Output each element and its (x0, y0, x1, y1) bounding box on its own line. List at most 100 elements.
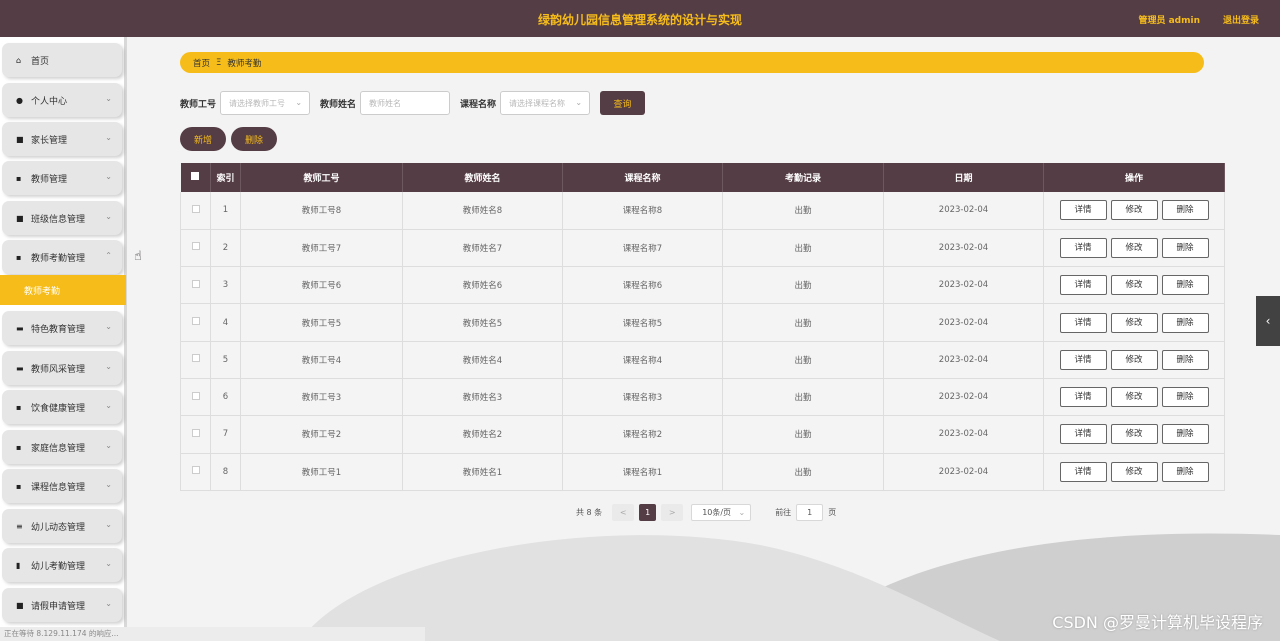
table-row[interactable]: 5 教师工号4 教师姓名4 课程名称4 出勤 2023-02-04 详情 修改 删除 (180, 341, 1225, 379)
edit-button[interactable]: 修改 (1110, 275, 1158, 296)
course-select[interactable]: 请选择课程名称 ⌄ (500, 91, 591, 115)
delete-button[interactable]: 删除 (1161, 349, 1209, 370)
breadcrumb: 首页 Ξ 教师考勤 (180, 52, 1204, 73)
detail-button[interactable]: 详情 (1059, 424, 1107, 445)
chevron-down-icon: ⌄ (105, 441, 112, 450)
table-row[interactable]: 1 教师工号8 教师姓名8 课程名称8 出勤 2023-02-04 详情 修改 删除 (180, 192, 1225, 230)
table-row[interactable]: 7 教师工号2 教师姓名2 课程名称2 出勤 2023-02-04 详情 修改 删除 (180, 415, 1225, 454)
add-button[interactable]: 新增 (180, 127, 226, 151)
delete-button[interactable]: 删除 (1161, 387, 1209, 408)
row-checkbox[interactable] (180, 229, 211, 268)
row-checkbox[interactable] (180, 341, 211, 379)
edit-button[interactable]: 修改 (1110, 424, 1158, 445)
sidebar-item-5[interactable]: ▪ 教师考勤管理 ⌃ (2, 240, 122, 274)
cell-attendance: 出勤 (722, 192, 884, 230)
detail-button[interactable]: 详情 (1059, 312, 1107, 333)
goto-label: 前往 (775, 508, 792, 517)
row-checkbox[interactable] (180, 378, 211, 417)
detail-button[interactable]: 详情 (1059, 349, 1107, 370)
detail-button[interactable]: 详情 (1059, 387, 1107, 408)
sidebar-item-2[interactable]: ■ 家长管理 ⌄ (2, 122, 122, 156)
page-number-current[interactable]: 1 (639, 504, 657, 521)
sidebar-item-8[interactable]: ▪ 饮食健康管理 ⌄ (2, 390, 122, 424)
teacher-id-label: 教师工号 (180, 99, 217, 110)
sidebar-item-10[interactable]: ▪ 课程信息管理 ⌄ (2, 469, 122, 503)
cell-teacher-id: 教师工号5 (240, 303, 403, 342)
collapse-panel-tab[interactable]: ‹ (1256, 296, 1280, 346)
delete-button[interactable]: 删除 (1161, 200, 1209, 221)
edit-button[interactable]: 修改 (1110, 349, 1158, 370)
sidebar-item-9[interactable]: ▪ 家庭信息管理 ⌄ (2, 430, 122, 464)
cell-course: 课程名称7 (562, 229, 723, 268)
page-suffix-label: 页 (828, 508, 837, 517)
sidebar-item-label: 首页 (31, 56, 50, 67)
cell-teacher-id: 教师工号7 (240, 229, 403, 268)
edit-button[interactable]: 修改 (1110, 387, 1158, 408)
table-row[interactable]: 2 教师工号7 教师姓名7 课程名称7 出勤 2023-02-04 详情 修改 删除 (180, 229, 1225, 268)
sidebar-item-7[interactable]: ▬ 教师风采管理 ⌄ (2, 351, 122, 385)
query-button[interactable]: 查询 (600, 91, 646, 115)
teacher-name-input[interactable]: 教师姓名 (360, 91, 451, 115)
cell-index: 5 (210, 341, 241, 379)
cell-teacher-name: 教师姓名1 (402, 453, 563, 491)
detail-button[interactable]: 详情 (1059, 237, 1107, 258)
sidebar-item-12[interactable]: ▮ 幼儿考勤管理 ⌄ (2, 548, 122, 582)
bulk-delete-button[interactable]: 删除 (231, 127, 277, 151)
table-row[interactable]: 4 教师工号5 教师姓名5 课程名称5 出勤 2023-02-04 详情 修改 删除 (180, 303, 1225, 342)
sidebar-item-6[interactable]: ▬ 特色教育管理 ⌄ (2, 311, 122, 345)
next-page-button[interactable]: > (661, 504, 684, 521)
sidebar-subitem-label: 教师考勤 (24, 286, 61, 297)
grid-icon: ▪ (16, 481, 22, 491)
briefcase-icon: ▬ (16, 363, 24, 373)
delete-button[interactable]: 删除 (1161, 237, 1209, 258)
bar-chart-icon: ▮ (16, 560, 21, 570)
edit-button[interactable]: 修改 (1110, 237, 1158, 258)
sidebar-item-label: 课程信息管理 (31, 482, 86, 493)
detail-button[interactable]: 详情 (1059, 275, 1107, 296)
cell-course: 课程名称4 (562, 341, 723, 379)
cell-index: 3 (210, 266, 241, 305)
row-checkbox[interactable] (180, 303, 211, 342)
edit-button[interactable]: 修改 (1110, 461, 1158, 482)
teacher-id-select[interactable]: 请选择教师工号 ⌄ (220, 91, 311, 115)
chevron-down-icon: ⌄ (105, 212, 112, 221)
sidebar-item-4[interactable]: ■ 班级信息管理 ⌄ (2, 201, 122, 235)
cell-teacher-id: 教师工号2 (240, 415, 403, 454)
breadcrumb-home[interactable]: 首页 (193, 57, 210, 69)
row-checkbox[interactable] (180, 453, 211, 491)
cell-teacher-id: 教师工号1 (240, 453, 403, 491)
chevron-down-icon: ⌄ (105, 133, 112, 142)
sidebar-item-13[interactable]: ■ 请假申请管理 ⌄ (2, 588, 122, 622)
row-checkbox[interactable] (180, 192, 211, 230)
prev-page-button[interactable]: < (612, 504, 635, 521)
table-row[interactable]: 6 教师工号3 教师姓名3 课程名称3 出勤 2023-02-04 详情 修改 删除 (180, 378, 1225, 417)
logout-link[interactable]: 退出登录 (1223, 13, 1259, 26)
admin-user-label[interactable]: 管理员 admin (1138, 13, 1200, 26)
sidebar-subitem-teacher-attendance[interactable]: 教师考勤 (0, 275, 126, 305)
delete-button[interactable]: 删除 (1161, 461, 1209, 482)
row-checkbox[interactable] (180, 415, 211, 454)
sidebar-item-1[interactable]: ● 个人中心 ⌄ (2, 83, 122, 117)
attendance-table: 索引 教师工号 教师姓名 课程名称 考勤记录 日期 操作 1 教师工号8 教师姓名8… (180, 163, 1225, 491)
page-size-select[interactable]: 10条/页 ⌄ (691, 504, 752, 521)
cell-index: 4 (210, 303, 241, 342)
table-row[interactable]: 3 教师工号6 教师姓名6 课程名称6 出勤 2023-02-04 详情 修改 删除 (180, 266, 1225, 305)
delete-button[interactable]: 删除 (1161, 275, 1209, 296)
row-checkbox[interactable] (180, 266, 211, 305)
edit-button[interactable]: 修改 (1110, 200, 1158, 221)
goto-page-input[interactable]: 1 (796, 504, 824, 521)
delete-button[interactable]: 删除 (1161, 312, 1209, 333)
sidebar-item-0[interactable]: ⌂ 首页 (2, 43, 122, 77)
detail-button[interactable]: 详情 (1059, 461, 1107, 482)
select-all-checkbox[interactable] (180, 163, 211, 192)
table-row[interactable]: 8 教师工号1 教师姓名1 课程名称1 出勤 2023-02-04 详情 修改 删除 (180, 453, 1225, 491)
delete-button[interactable]: 删除 (1161, 424, 1209, 445)
sidebar-item-3[interactable]: ▪ 教师管理 ⌄ (2, 161, 122, 195)
detail-button[interactable]: 详情 (1059, 200, 1107, 221)
edit-button[interactable]: 修改 (1110, 312, 1158, 333)
sidebar-item-11[interactable]: ≡ 幼儿动态管理 ⌄ (2, 509, 122, 543)
cell-date: 2023-02-04 (883, 453, 1044, 491)
search-form: 教师工号 请选择教师工号 ⌄ 教师姓名 教师姓名 课程名称 请选择课程名称 ⌄ … (180, 91, 646, 115)
sidebar-item-label: 个人中心 (31, 96, 68, 107)
cell-teacher-id: 教师工号6 (240, 266, 403, 305)
